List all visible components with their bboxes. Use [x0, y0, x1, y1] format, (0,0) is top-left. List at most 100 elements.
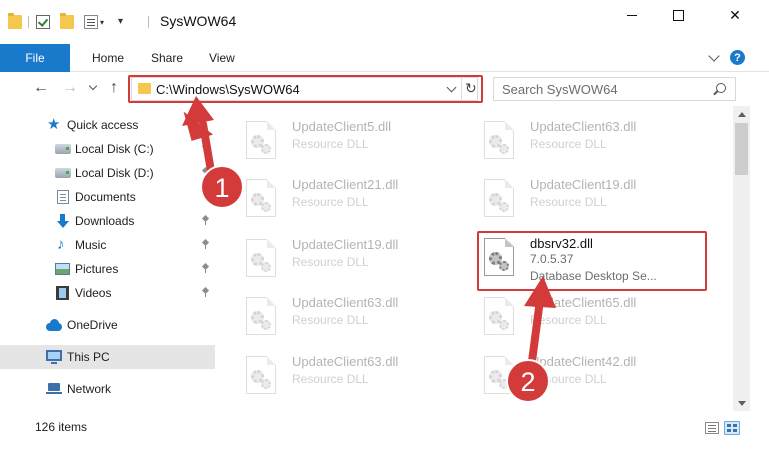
file-type: Resource DLL	[292, 137, 369, 151]
close-button[interactable]: ✕	[712, 0, 758, 30]
nav-item-network[interactable]: Network	[0, 377, 215, 401]
gear-icon	[261, 379, 271, 389]
file-item[interactable]: UpdateClient63.dll Resource DLL	[233, 290, 463, 344]
nav-item-music[interactable]: ♪ Music	[0, 233, 215, 257]
downloads-icon	[55, 214, 71, 228]
vertical-scrollbar[interactable]	[733, 106, 750, 411]
close-icon: ✕	[729, 6, 741, 23]
tab-file[interactable]: File	[0, 44, 70, 72]
pictures-icon	[55, 263, 70, 275]
gear-icon	[499, 144, 509, 154]
nav-item-videos[interactable]: Videos	[0, 281, 215, 305]
file-name: UpdateClient5.dll	[292, 119, 392, 134]
file-name: UpdateClient21.dll	[292, 177, 399, 192]
search-box[interactable]: Search SysWOW64	[493, 77, 736, 101]
file-item[interactable]: UpdateClient63.dll Resource DLL	[233, 349, 463, 403]
address-highlight-box	[128, 75, 483, 103]
nav-item-onedrive[interactable]: OneDrive	[0, 313, 215, 337]
drive-icon	[55, 168, 71, 178]
scroll-down-icon[interactable]	[738, 401, 746, 406]
navigation-pane: ★ Quick access Local Disk (C:) Local Dis…	[0, 106, 230, 411]
network-icon	[46, 382, 62, 396]
new-folder-icon[interactable]	[60, 13, 74, 29]
scrollbar-thumb[interactable]	[735, 123, 748, 175]
nav-item-documents[interactable]: Documents	[0, 185, 215, 209]
dll-file-icon	[484, 179, 514, 217]
pin-icon[interactable]	[202, 240, 209, 249]
ribbon-tabs: File Home Share View ?	[0, 44, 769, 72]
nav-item-label: OneDrive	[67, 318, 118, 332]
nav-item-local-disk-c[interactable]: Local Disk (C:)	[0, 137, 215, 161]
folder-icon[interactable]	[8, 13, 22, 29]
documents-icon	[57, 190, 69, 204]
properties-icon[interactable]	[84, 15, 98, 29]
file-item[interactable]: UpdateClient63.dll Resource DLL	[471, 114, 701, 168]
properties-dropdown-icon[interactable]: ▾	[100, 18, 104, 27]
gear-icon	[499, 202, 509, 212]
tab-share[interactable]: Share	[151, 44, 183, 72]
nav-item-label: Local Disk (D:)	[75, 166, 154, 180]
dll-file-icon	[246, 179, 276, 217]
file-type: Resource DLL	[530, 137, 607, 151]
gear-icon	[261, 202, 271, 212]
pin-icon[interactable]	[202, 144, 209, 153]
pin-icon[interactable]	[202, 168, 209, 177]
nav-item-pictures[interactable]: Pictures	[0, 257, 215, 281]
pin-icon[interactable]	[202, 192, 209, 201]
nav-item-downloads[interactable]: Downloads	[0, 209, 215, 233]
gear-icon	[261, 144, 271, 154]
dll-file-icon	[246, 239, 276, 277]
videos-icon	[56, 286, 69, 300]
file-name: UpdateClient63.dll	[292, 354, 399, 369]
title-bar: ▾ ▾ SysWOW64 ✕	[0, 0, 769, 44]
file-type: Resource DLL	[530, 195, 607, 209]
file-item[interactable]: UpdateClient5.dll Resource DLL	[233, 114, 463, 168]
forward-button[interactable]: →	[62, 80, 78, 96]
pin-icon[interactable]	[202, 216, 209, 225]
scroll-up-icon[interactable]	[738, 112, 746, 117]
file-item[interactable]: UpdateClient19.dll Resource DLL	[233, 232, 463, 286]
toolbar-separator	[148, 16, 149, 28]
nav-item-this-pc[interactable]: This PC	[0, 345, 215, 369]
minimize-button[interactable]	[609, 0, 655, 30]
tab-home[interactable]: Home	[92, 44, 124, 72]
star-icon: ★	[47, 116, 61, 133]
file-type: Resource DLL	[292, 255, 369, 269]
nav-item-label: This PC	[67, 350, 110, 364]
drive-icon	[55, 144, 71, 154]
help-icon[interactable]: ?	[730, 50, 745, 65]
file-name: UpdateClient19.dll	[292, 237, 399, 252]
back-button[interactable]: ←	[33, 80, 49, 96]
maximize-button[interactable]	[655, 0, 701, 30]
cloud-icon	[46, 318, 62, 332]
window-title: SysWOW64	[160, 13, 237, 29]
customize-toolbar-icon[interactable]: ▾	[118, 16, 123, 27]
search-icon[interactable]	[716, 83, 726, 93]
dll-file-icon	[484, 297, 514, 335]
nav-item-label: Pictures	[75, 262, 119, 276]
file-type: Resource DLL	[530, 372, 607, 386]
dll-file-icon	[484, 121, 514, 159]
file-item[interactable]: UpdateClient21.dll Resource DLL	[233, 172, 463, 226]
details-view-icon[interactable]	[705, 422, 719, 434]
tab-view[interactable]: View	[209, 44, 235, 72]
file-item[interactable]: UpdateClient42.dll Resource DLL	[471, 349, 701, 403]
file-type: Resource DLL	[292, 313, 369, 327]
tiles-view-icon[interactable]	[724, 421, 740, 435]
nav-item-label: Quick access	[67, 118, 139, 132]
nav-item-label: Network	[67, 382, 112, 396]
navigation-bar: ← → ↑ C:\Windows\SysWOW64 ↻ Search SysWO…	[0, 72, 769, 106]
properties-check-icon[interactable]	[36, 15, 50, 29]
file-item[interactable]: UpdateClient19.dll Resource DLL	[471, 172, 701, 226]
recent-locations-icon[interactable]	[88, 81, 98, 91]
nav-item-quick-access[interactable]: ★ Quick access	[0, 113, 215, 137]
file-type: Resource DLL	[292, 195, 369, 209]
up-button[interactable]: ↑	[110, 80, 118, 96]
expand-ribbon-icon[interactable]	[708, 50, 720, 62]
pin-icon[interactable]	[202, 264, 209, 273]
nav-item-local-disk-d[interactable]: Local Disk (D:)	[0, 161, 215, 185]
file-item[interactable]: UpdateClient65.dll Resource DLL	[471, 290, 701, 344]
pin-icon[interactable]	[202, 288, 209, 297]
nav-item-label: Videos	[75, 286, 112, 300]
search-input[interactable]: Search SysWOW64	[502, 82, 618, 97]
